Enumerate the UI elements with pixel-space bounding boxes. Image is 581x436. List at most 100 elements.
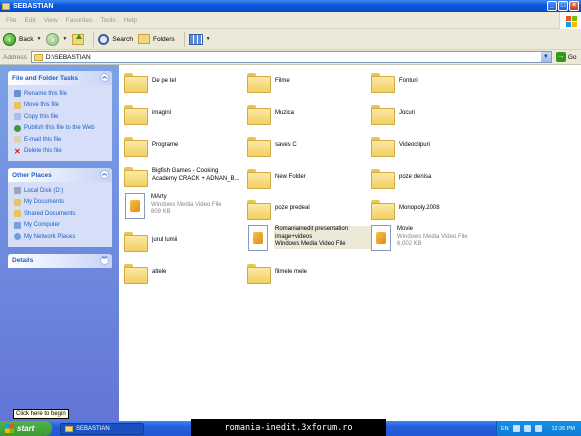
video-file-item[interactable]: MArty Windows Media Video File 809 KB — [125, 193, 222, 219]
computer-icon — [14, 221, 21, 229]
folder-icon — [124, 137, 148, 157]
volume-tray-icon[interactable] — [523, 425, 531, 432]
details-header[interactable]: Details ︾ — [8, 253, 112, 268]
folder-item[interactable]: Programe — [124, 134, 179, 157]
video-file-item-selected[interactable]: Romaniainedit presentation image+videos … — [248, 225, 378, 251]
close-button[interactable]: × — [569, 1, 579, 11]
clock: 12:26 PM — [551, 425, 575, 432]
chevron-down-icon[interactable]: ▼ — [62, 36, 67, 42]
folder-item[interactable]: Videoclipuri — [371, 134, 430, 157]
folder-item[interactable]: saves C — [247, 134, 297, 157]
folder-item[interactable]: poze denisa — [371, 166, 431, 189]
start-label: start — [17, 424, 35, 433]
back-arrow-icon: ‹ — [3, 32, 16, 46]
task-move[interactable]: Move this file — [14, 100, 108, 112]
menu-favorites[interactable]: Favorites — [62, 17, 97, 24]
menu-edit[interactable]: Edit — [20, 17, 39, 24]
folder-item[interactable]: De pe tel — [124, 70, 177, 93]
forward-button[interactable]: › ▼ — [46, 31, 67, 48]
task-copy[interactable]: Copy this file — [14, 111, 108, 123]
task-email[interactable]: E-mail this file — [14, 134, 108, 146]
file-name: Romaniainedit presentation image+videos — [275, 226, 349, 240]
go-button[interactable]: → Go — [555, 52, 577, 62]
place-shared-documents[interactable]: Shared Documents — [14, 208, 108, 220]
video-file-item[interactable]: Movie Windows Media Video File 6,002 KB — [371, 225, 468, 251]
address-label: Address — [3, 53, 27, 61]
folder-name: Programe — [152, 142, 179, 148]
folder-item[interactable]: Bigfish Games - Cooking Academy CRACK + … — [124, 164, 244, 187]
maximize-button[interactable]: □ — [558, 1, 568, 11]
folder-item[interactable]: Fonturi — [371, 70, 418, 93]
media-file-icon — [248, 225, 268, 251]
file-size: 809 KB — [151, 209, 171, 215]
folder-name: poze predeal — [275, 205, 310, 211]
chevron-down-icon[interactable]: ▼ — [36, 36, 41, 42]
panel-title: Details — [12, 257, 34, 264]
search-button[interactable]: Search — [98, 31, 133, 48]
folder-icon — [247, 264, 271, 284]
folder-item[interactable]: jurul lumii — [124, 229, 177, 252]
network-tray-icon[interactable] — [512, 425, 520, 432]
taskbar-window-button[interactable]: SEBASTIAN — [60, 422, 144, 435]
folder-item[interactable]: Muzica — [247, 102, 294, 125]
menu-bar: File Edit View Favorites Tools Help — [0, 12, 581, 29]
folder-item[interactable]: Monopoly.2008 — [371, 197, 440, 220]
task-rename[interactable]: Rename this file — [14, 88, 108, 100]
start-button[interactable]: start — [0, 421, 52, 436]
file-folder-tasks-header[interactable]: File and Folder Tasks ︽ — [8, 71, 112, 85]
chevron-down-icon[interactable]: ▼ — [206, 36, 211, 42]
shared-folder-icon — [14, 210, 21, 218]
file-folder-tasks-panel: File and Folder Tasks ︽ Rename this file… — [8, 71, 112, 161]
menu-view[interactable]: View — [40, 17, 62, 24]
folder-name: Jocuri — [399, 110, 416, 116]
place-network[interactable]: My Network Places — [14, 231, 108, 243]
menu-tools[interactable]: Tools — [96, 17, 119, 24]
media-file-icon — [371, 225, 391, 251]
back-button[interactable]: ‹ Back ▼ — [3, 31, 41, 48]
task-publish[interactable]: Publish this file to the Web — [14, 123, 108, 135]
search-icon — [98, 33, 110, 45]
panel-title: File and Folder Tasks — [12, 74, 78, 82]
email-icon — [14, 136, 21, 144]
folder-item[interactable]: New Folder — [247, 166, 306, 189]
folder-icon — [247, 200, 271, 220]
folder-item[interactable]: altele — [124, 261, 167, 284]
expand-icon[interactable]: ︾ — [100, 255, 109, 265]
menu-help[interactable]: Help — [120, 17, 141, 24]
forward-arrow-icon: › — [46, 32, 60, 46]
collapse-icon[interactable]: ︽ — [100, 73, 109, 82]
file-type: Windows Media Video File — [397, 233, 468, 240]
place-my-computer[interactable]: My Computer — [14, 220, 108, 232]
folder-icon — [65, 425, 73, 432]
folder-item[interactable]: Filme — [247, 70, 290, 93]
folder-name: altele — [152, 269, 167, 275]
other-places-header[interactable]: Other Places ︽ — [8, 168, 112, 182]
folder-up-icon — [72, 33, 85, 45]
menu-file[interactable]: File — [2, 17, 20, 24]
task-delete[interactable]: ✕ Delete this file — [14, 146, 108, 158]
details-panel: Details ︾ — [8, 253, 112, 268]
address-field[interactable]: D:\SEBASTIAN ▼ — [30, 51, 552, 63]
folder-item[interactable]: Jocuri — [371, 102, 416, 125]
folder-item[interactable]: filmele mele — [247, 261, 307, 284]
folder-icon — [247, 169, 271, 189]
place-local-disk[interactable]: Local Disk (D:) — [14, 185, 108, 197]
place-my-documents[interactable]: My Documents — [14, 197, 108, 209]
other-places-panel: Other Places ︽ Local Disk (D:) My Docume… — [8, 168, 112, 247]
panel-title: Other Places — [12, 171, 52, 179]
folder-item[interactable]: poze predeal — [247, 197, 310, 220]
folder-icon — [14, 198, 21, 206]
folder-icon — [371, 105, 395, 125]
folder-name: New Folder — [275, 174, 306, 180]
folders-button[interactable]: Folders — [137, 31, 175, 48]
language-indicator[interactable]: EN — [501, 426, 509, 432]
folder-item[interactable]: imagini — [124, 102, 171, 125]
folder-name: De pe tel — [152, 78, 177, 84]
chevron-down-icon[interactable]: ▼ — [540, 52, 551, 62]
security-tray-icon[interactable] — [534, 425, 542, 432]
collapse-icon[interactable]: ︽ — [100, 170, 109, 179]
minimize-button[interactable]: _ — [547, 1, 557, 11]
up-button[interactable] — [72, 31, 85, 48]
views-button[interactable]: ▼ — [188, 31, 211, 48]
start-tooltip: Click here to begin — [13, 409, 69, 419]
